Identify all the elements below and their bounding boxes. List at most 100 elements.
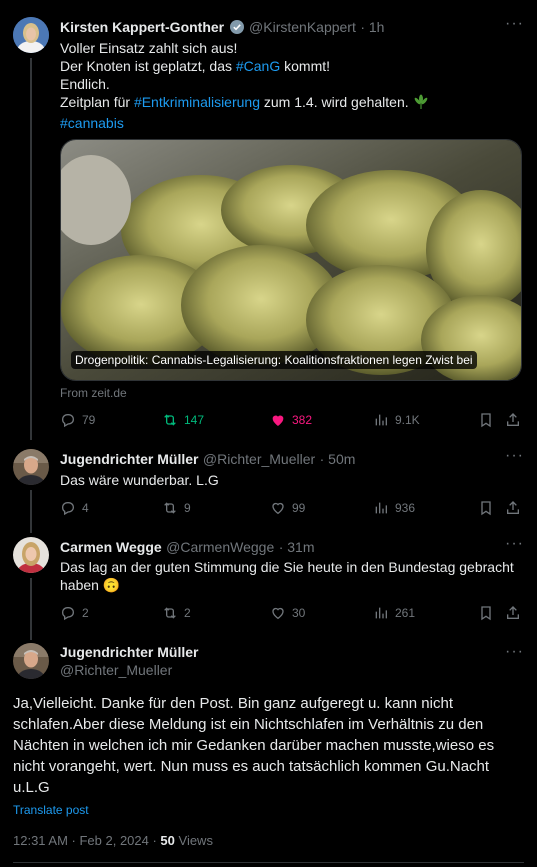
translate-post-link[interactable]: Translate post bbox=[13, 803, 89, 817]
views-count: 261 bbox=[395, 606, 416, 620]
share-icon bbox=[507, 413, 519, 426]
share-icon bbox=[507, 501, 519, 514]
bookmark-icon bbox=[481, 501, 491, 516]
author-handle[interactable]: @KirstenKappert bbox=[249, 19, 356, 35]
like-button[interactable]: 30 bbox=[270, 605, 305, 621]
tweet-time[interactable]: · 31m bbox=[279, 539, 315, 555]
tweet-timestamp: 12:31 AM · Feb 2, 2024 · 50 Views bbox=[13, 833, 213, 848]
text-fragment: Zeitplan für bbox=[60, 94, 134, 110]
tweet-text: Das lag an der guten Stimmung die Sie he… bbox=[60, 558, 520, 594]
author-handle[interactable]: @CarmenWegge bbox=[166, 539, 274, 555]
views-count: 936 bbox=[395, 501, 416, 515]
repost-icon bbox=[164, 607, 176, 619]
bookmark-button[interactable] bbox=[478, 605, 500, 621]
author-handle[interactable]: @Richter_Mueller bbox=[203, 451, 315, 467]
heart-icon bbox=[272, 607, 284, 620]
share-button[interactable] bbox=[505, 605, 527, 621]
avatar[interactable] bbox=[13, 643, 49, 679]
share-button[interactable] bbox=[505, 412, 527, 428]
tweet-line: Der Knoten ist geplatzt, das #CanG kommt… bbox=[60, 57, 520, 75]
views-button[interactable]: 9.1K bbox=[373, 412, 420, 428]
bookmark-button[interactable] bbox=[478, 500, 500, 516]
link-card-image[interactable]: Drogenpolitik: Cannabis-Legalisierung: K… bbox=[60, 139, 522, 381]
more-options-icon[interactable]: ··· bbox=[505, 447, 524, 465]
link-card-caption: Drogenpolitik: Cannabis-Legalisierung: K… bbox=[71, 351, 477, 369]
share-button[interactable] bbox=[505, 500, 527, 516]
bookmark-button[interactable] bbox=[478, 412, 500, 428]
views-button[interactable]: 261 bbox=[373, 605, 415, 621]
repost-count: 2 bbox=[184, 606, 191, 620]
hashtag-entkriminalisierung[interactable]: #Entkriminalisierung bbox=[134, 94, 260, 110]
main-tweet-text: Ja,Vielleicht. Danke für den Post. Bin g… bbox=[13, 695, 495, 796]
like-count: 30 bbox=[292, 606, 306, 620]
repost-count: 147 bbox=[184, 413, 205, 427]
heart-icon bbox=[272, 502, 284, 515]
views-icon bbox=[375, 414, 387, 426]
views-icon bbox=[375, 607, 387, 619]
more-options-icon[interactable]: ··· bbox=[505, 643, 524, 661]
tweet-text: Voller Einsatz zahlt sich aus! Der Knote… bbox=[60, 39, 520, 132]
more-options-icon[interactable]: ··· bbox=[505, 535, 524, 553]
views-count: 9.1K bbox=[395, 413, 420, 427]
tweet-time[interactable]: · 50m bbox=[320, 451, 356, 467]
author-name[interactable]: Jugendrichter Müller bbox=[60, 451, 198, 467]
link-card-source[interactable]: From zeit.de bbox=[60, 386, 127, 400]
views-count: 50 bbox=[160, 833, 175, 848]
tweet-line: Zeitplan für #Entkriminalisierung zum 1.… bbox=[60, 93, 520, 114]
tweet-text: Das wäre wunderbar. L.G bbox=[60, 472, 219, 488]
heart-filled-icon bbox=[272, 415, 284, 426]
repost-button[interactable]: 147 bbox=[162, 412, 204, 428]
hashtag-cang[interactable]: #CanG bbox=[236, 58, 280, 74]
reply-button[interactable]: 4 bbox=[60, 500, 89, 516]
bookmark-icon bbox=[481, 606, 491, 621]
text-fragment: kommt! bbox=[280, 58, 331, 74]
cannabis-photo bbox=[61, 140, 521, 380]
text-fragment: zum 1.4. wird gehalten. bbox=[260, 94, 409, 110]
repost-icon bbox=[164, 414, 176, 426]
more-options-icon[interactable]: ··· bbox=[505, 15, 524, 33]
reply-count: 4 bbox=[82, 501, 89, 515]
tweet-line: Das lag an der guten Stimmung die Sie he… bbox=[60, 559, 514, 575]
reply-count: 79 bbox=[82, 413, 96, 427]
like-button[interactable]: 382 bbox=[270, 412, 312, 428]
like-button[interactable]: 99 bbox=[270, 500, 305, 516]
like-count: 382 bbox=[292, 413, 313, 427]
reply-count: 2 bbox=[82, 606, 89, 620]
divider bbox=[13, 862, 524, 863]
views-icon bbox=[375, 502, 387, 514]
verified-badge-icon bbox=[229, 19, 245, 40]
repost-count: 9 bbox=[184, 501, 191, 515]
thread-line bbox=[30, 58, 32, 440]
text-fragment: Der Knoten ist geplatzt, das bbox=[60, 58, 236, 74]
avatar[interactable] bbox=[13, 537, 49, 573]
views-button[interactable]: 936 bbox=[373, 500, 415, 516]
thread-line bbox=[30, 490, 32, 533]
thread-line bbox=[30, 578, 32, 640]
tweet-line: Voller Einsatz zahlt sich aus! bbox=[60, 40, 238, 56]
reply-button[interactable]: 2 bbox=[60, 605, 89, 621]
timestamp-text[interactable]: 12:31 AM · Feb 2, 2024 · bbox=[13, 833, 160, 848]
author-name[interactable]: Carmen Wegge bbox=[60, 539, 162, 555]
tweet-line: #cannabis bbox=[60, 114, 520, 132]
reply-icon bbox=[61, 607, 75, 621]
hashtag-cannabis[interactable]: #cannabis bbox=[60, 115, 124, 131]
author-name[interactable]: Jugendrichter Müller bbox=[60, 644, 198, 660]
author-handle[interactable]: @Richter_Mueller bbox=[60, 662, 172, 678]
avatar[interactable] bbox=[13, 449, 49, 485]
reply-button[interactable]: 79 bbox=[60, 412, 95, 428]
author-name[interactable]: Kirsten Kappert-Gonther bbox=[60, 19, 224, 35]
tweet-line: haben 🙃 bbox=[60, 577, 121, 593]
like-count: 99 bbox=[292, 501, 306, 515]
avatar[interactable] bbox=[13, 17, 49, 53]
repost-button[interactable]: 9 bbox=[162, 500, 191, 516]
views-label: Views bbox=[174, 833, 213, 848]
reply-icon bbox=[61, 502, 75, 516]
tweet-line: Endlich. bbox=[60, 76, 110, 92]
leaf-emoji-icon bbox=[413, 94, 429, 114]
bookmark-icon bbox=[481, 413, 491, 428]
reply-icon bbox=[61, 414, 75, 428]
share-icon bbox=[507, 606, 519, 619]
repost-icon bbox=[164, 502, 176, 514]
tweet-time[interactable]: · 1h bbox=[360, 19, 384, 35]
repost-button[interactable]: 2 bbox=[162, 605, 191, 621]
